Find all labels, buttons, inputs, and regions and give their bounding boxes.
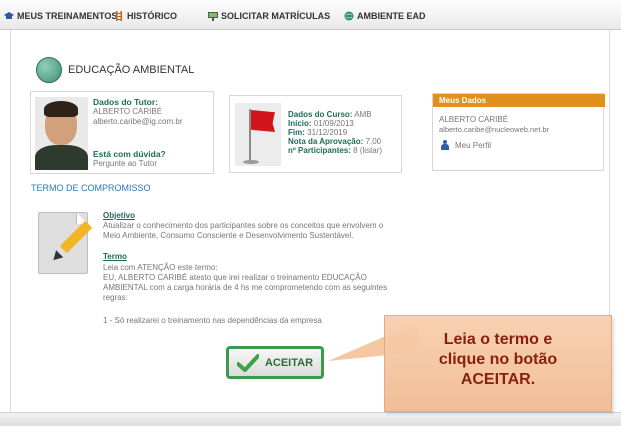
- tutor-card: Dados do Tutor: ALBERTO CARIBÉ alberto.c…: [30, 91, 214, 174]
- environment-logo-icon: [36, 57, 62, 83]
- term-text-line: EU, ALBERTO CARIBÉ atesto que irei reali…: [103, 273, 367, 282]
- course-approval-grade: Nota da Aprovação: 7,00: [288, 137, 382, 146]
- user-icon: [441, 140, 449, 150]
- accept-button[interactable]: ACEITAR: [226, 346, 324, 379]
- user-card-heading: Meus Dados: [433, 94, 605, 107]
- term-text-line: AMBIENTAL com a carga horária de 4 hs me…: [103, 283, 388, 292]
- user-name: ALBERTO CARIBÉ: [439, 115, 509, 124]
- term-rule: 1 - Só realizarei o treinamento nas depe…: [103, 316, 322, 325]
- bottom-bar: [0, 412, 621, 426]
- term-text-line: regras:: [103, 293, 128, 302]
- nav-label: AMBIENTE EAD: [357, 11, 426, 21]
- classroom-icon: [208, 11, 218, 21]
- course-heading: Dados do Curso: AMB: [288, 110, 372, 119]
- tutor-name: ALBERTO CARIBÉ: [93, 107, 163, 116]
- term-text-line: Leia com ATENÇÃO este termo:: [103, 263, 218, 272]
- nav-historico[interactable]: HISTÓRICO: [114, 9, 177, 23]
- doubt-heading: Está com dúvida?: [93, 149, 166, 159]
- user-data-card: Meus Dados ALBERTO CARIBÉ alberto.caribe…: [432, 93, 605, 171]
- my-profile-link[interactable]: Meu Perfil: [455, 141, 491, 150]
- course-participants[interactable]: nº Participantes: 8 (listar): [288, 146, 382, 155]
- flag-icon: [235, 103, 281, 166]
- nav-label: HISTÓRICO: [127, 11, 178, 21]
- callout-line: Leia o termo e: [443, 331, 553, 348]
- nav-label: MEUS TREINAMENTOS: [17, 11, 118, 21]
- objective-text-line: Meio Ambiente, Consumo Consciente e Dese…: [103, 231, 354, 240]
- graduation-cap-icon: [4, 11, 14, 21]
- course-start: Início: 01/09/2013: [288, 119, 354, 128]
- tutor-photo: [35, 97, 88, 170]
- callout-line: ACEITAR.: [460, 371, 536, 388]
- objective-text-line: Atualizar o conhecimento dos participant…: [103, 221, 384, 230]
- tutor-heading: Dados do Tutor:: [93, 97, 158, 107]
- top-navigation: MEUS TREINAMENTOS HISTÓRICO SOLICITAR MA…: [0, 0, 621, 30]
- nav-label: SOLICITAR MATRÍCULAS: [221, 11, 331, 21]
- tutor-email: alberto.caribe@ig.com.br: [93, 117, 183, 126]
- checkmark-icon: [235, 353, 260, 372]
- course-title: EDUCAÇÃO AMBIENTAL: [68, 64, 195, 76]
- nav-meus-treinamentos[interactable]: MEUS TREINAMENTOS: [4, 9, 117, 23]
- term-section-title: TERMO DE COMPROMISSO: [31, 183, 151, 193]
- nav-solicitar-matriculas[interactable]: SOLICITAR MATRÍCULAS: [208, 9, 330, 23]
- nav-ambiente-ead[interactable]: AMBIENTE EAD: [344, 9, 426, 23]
- accept-button-label: ACEITAR: [264, 356, 314, 369]
- user-email: alberto.caribe@nucleoweb.net.br: [439, 125, 550, 134]
- ask-tutor-link[interactable]: Pergunte ao Tutor: [93, 159, 157, 168]
- course-data-card: Dados do Curso: AMB Início: 01/09/2013 F…: [229, 95, 402, 173]
- callout-text: Leia o termo e clique no botão ACEITAR.: [384, 330, 612, 390]
- course-end: Fim: 31/12/2019: [288, 128, 348, 137]
- globe-icon: [344, 11, 354, 21]
- term-label: Termo: [103, 252, 127, 261]
- ladder-icon: [114, 11, 124, 21]
- callout-line: clique no botão: [438, 351, 558, 368]
- objective-label: Objetivo: [103, 211, 136, 220]
